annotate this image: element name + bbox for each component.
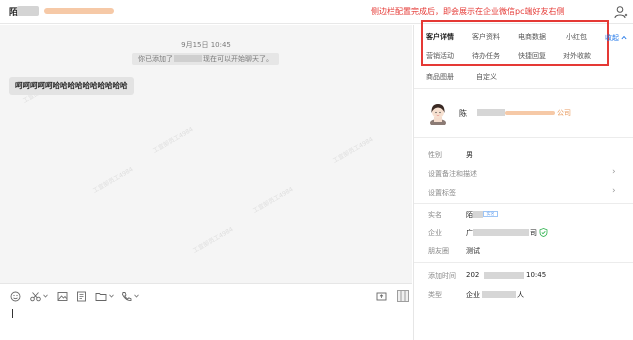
tab-payment[interactable]: 对外收款 <box>563 51 591 61</box>
chevron-down-icon <box>43 294 48 298</box>
input-toolbar <box>0 283 412 340</box>
type-label: 类型 <box>428 291 442 299</box>
customer-sidebar: 客户详情 客户资料 电商数据 小红包 营销活动 待办任务 快捷回复 对外收款 收… <box>413 20 633 340</box>
tab-custom[interactable]: 自定义 <box>476 72 497 82</box>
divider <box>414 203 633 204</box>
emoji-icon <box>10 291 21 301</box>
sidebar-toggle-icon <box>397 290 409 302</box>
type-suffix: 人 <box>517 291 524 299</box>
folder-icon <box>95 292 107 301</box>
screen-share-button[interactable] <box>376 290 387 302</box>
divider <box>414 88 633 89</box>
company-blur <box>473 229 529 236</box>
collapse-button[interactable]: 收起 <box>605 33 627 43</box>
gender-label: 性别 <box>428 151 442 159</box>
tab-customer-profile[interactable]: 客户资料 <box>472 32 500 42</box>
image-icon <box>57 291 68 301</box>
contact-name-blur <box>17 6 39 16</box>
profile-company-blur <box>505 111 555 115</box>
system-message-prefix: 你已添加了 <box>138 55 173 63</box>
avatar <box>430 104 446 125</box>
file-button[interactable] <box>76 290 87 302</box>
tab-todo[interactable]: 待办任务 <box>472 51 500 61</box>
verified-shield-icon <box>539 228 548 237</box>
added-time-prefix: 202 <box>466 271 480 279</box>
chevron-down-icon <box>134 294 139 298</box>
chat-area: 工宣部员工4984 工宣部员工4984 工宣部员工4984 工宣部员工4984 … <box>0 25 412 283</box>
company-label: 企业 <box>428 229 442 237</box>
tab-quick-reply[interactable]: 快捷回复 <box>518 51 546 61</box>
company-suffix: 司 <box>530 229 537 237</box>
profile-name: 陈 <box>459 109 467 118</box>
realname-blur <box>473 211 483 218</box>
text-cursor[interactable] <box>12 309 13 318</box>
divider <box>414 137 633 138</box>
system-message-suffix: 现在可以开始聊天了。 <box>203 55 273 63</box>
watermark: 工宣部员工4984 <box>251 186 295 215</box>
screenshot-button[interactable] <box>30 290 48 302</box>
moments-value[interactable]: 测试 <box>466 246 480 256</box>
doc-icon <box>77 291 86 301</box>
company-value: 广 <box>466 229 473 237</box>
add-member-icon[interactable] <box>614 5 628 19</box>
sidebar-toggle-button[interactable] <box>397 290 409 302</box>
added-time-label: 添加时间 <box>428 272 456 280</box>
profile-name-blur <box>477 109 505 116</box>
type-value: 企业 <box>466 291 480 299</box>
watermark: 工宣部员工4984 <box>191 226 235 255</box>
remark-row[interactable]: 设置备注和描述 <box>428 169 477 179</box>
type-blur <box>482 291 516 298</box>
phone-icon <box>122 291 132 301</box>
tag-row[interactable]: 设置标签 <box>428 188 456 198</box>
watermark: 工宣部员工4984 <box>91 166 135 195</box>
watermark: 工宣部员工4984 <box>331 136 375 165</box>
chevron-right-icon: › <box>612 167 616 177</box>
added-time-blur <box>484 272 524 279</box>
contact-company-tag <box>44 8 114 14</box>
tab-ecommerce-data[interactable]: 电商数据 <box>518 32 546 42</box>
message-timestamp: 9月15日 10:45 <box>181 41 231 49</box>
screen-share-icon <box>376 292 387 300</box>
moments-label: 朋友圈 <box>428 247 449 255</box>
chevron-up-icon <box>621 35 627 40</box>
tab-marketing[interactable]: 营销活动 <box>426 51 454 61</box>
collapse-label: 收起 <box>605 34 619 42</box>
added-time-value: 10:45 <box>526 271 547 279</box>
emoji-button[interactable] <box>10 290 21 302</box>
system-message-blur <box>174 55 202 62</box>
divider <box>414 262 633 263</box>
realname-value: 陌 <box>466 211 473 219</box>
tab-product-album[interactable]: 商品图册 <box>426 72 454 82</box>
tab-red-packet[interactable]: 小红包 <box>566 32 587 42</box>
profile-company: 公司 <box>557 109 571 117</box>
realname-label: 实名 <box>428 211 442 219</box>
gender-value: 男 <box>466 151 473 159</box>
chevron-down-icon <box>109 294 114 298</box>
scissors-icon <box>30 291 41 301</box>
watermark: 工宣部员工4984 <box>151 126 195 155</box>
annotation-text: 侧边栏配置完成后，即会展示在企业微信pc端好友右侧 <box>371 7 565 16</box>
chevron-right-icon: › <box>612 186 616 196</box>
call-button[interactable] <box>121 290 139 302</box>
tab-customer-detail[interactable]: 客户详情 <box>426 32 454 42</box>
image-button[interactable] <box>57 290 68 302</box>
message-bubble[interactable]: 呵呵呵呵呵哈哈哈哈哈哈哈哈哈哈 <box>9 77 134 95</box>
folder-button[interactable] <box>95 290 114 302</box>
realname-verified-tag: 实名 <box>483 211 498 217</box>
system-message: 你已添加了 现在可以开始聊天了。 <box>132 53 279 65</box>
